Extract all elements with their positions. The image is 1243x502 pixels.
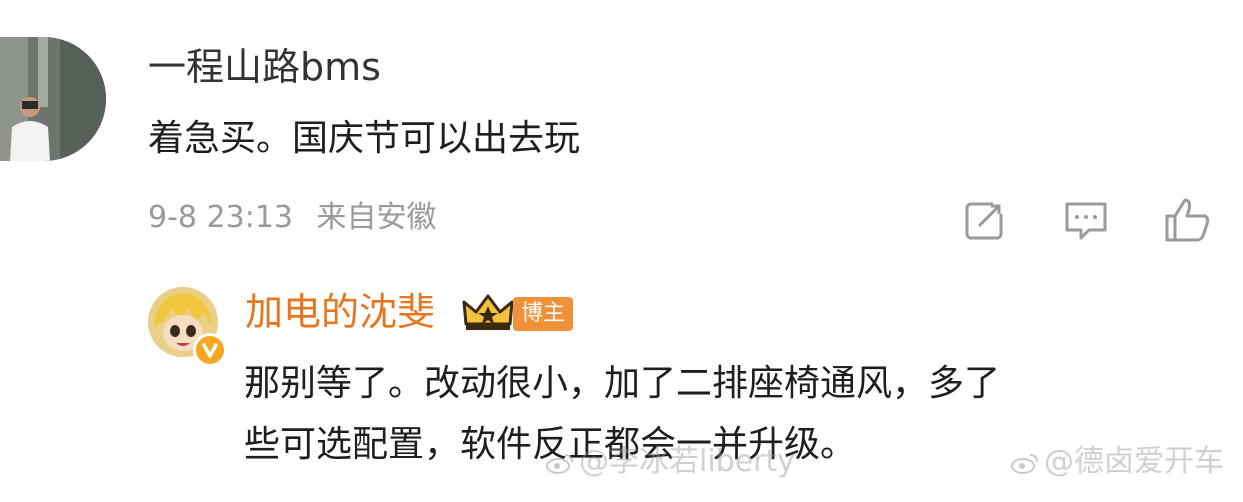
watermark-right-text: @德卤爱开车 (1044, 444, 1224, 479)
weibo-icon (1011, 453, 1038, 474)
crown-icon (462, 294, 514, 330)
commenter-username[interactable]: 一程山路bms (148, 48, 381, 86)
comment-location: 来自安徽 (316, 200, 437, 235)
replier-username[interactable]: 加电的沈斐 (245, 293, 435, 331)
weibo-icon (546, 453, 573, 474)
comment-text: 着急买。国庆节可以出去玩 (148, 118, 581, 159)
like-icon[interactable] (1163, 196, 1213, 244)
watermark-right: @德卤爱开车 (1010, 447, 1224, 477)
comment-icon[interactable] (1063, 200, 1109, 244)
comment-time: 9-8 23:13 (148, 200, 293, 235)
comment-meta: 9-8 23:13 来自安徽 (148, 203, 437, 233)
verified-icon (193, 333, 227, 367)
blogger-badge: 博主 (513, 297, 574, 331)
commenter-avatar[interactable] (0, 37, 106, 161)
share-icon[interactable] (963, 200, 1005, 242)
reply-text-line1: 那别等了。改动很小，加了二排座椅通风，多了 (244, 363, 1001, 404)
watermark-left-text: @李冰若liberty (579, 444, 796, 479)
watermark-left: @李冰若liberty (545, 447, 795, 477)
